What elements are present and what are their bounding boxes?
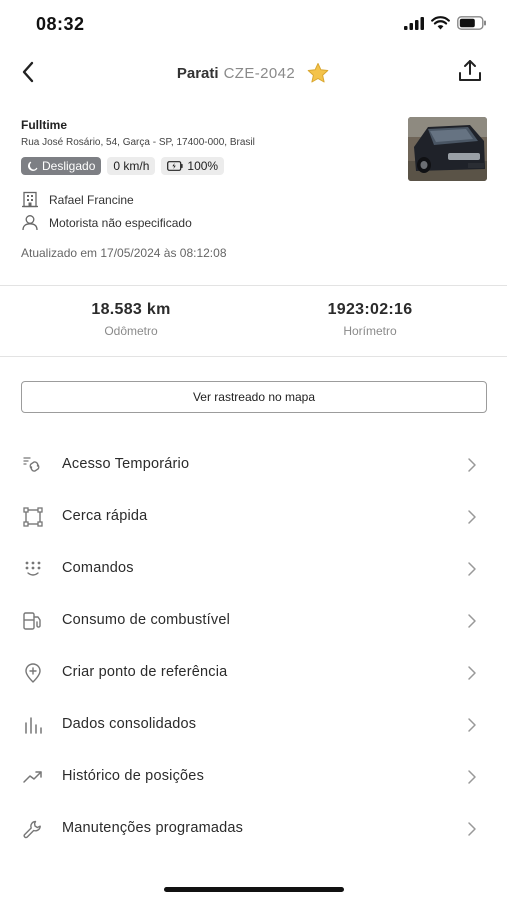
- speed-value: 0 km/h: [113, 159, 150, 173]
- view-on-map-button[interactable]: Ver rastreado no mapa: [21, 381, 487, 413]
- keypad-icon: [22, 558, 44, 580]
- client-name: Rafael Francine: [49, 192, 134, 207]
- chevron-right-icon: [465, 508, 479, 526]
- menu-item-dados-consolidados[interactable]: Dados consolidados: [0, 698, 507, 750]
- odometer-label: Odômetro: [104, 324, 158, 338]
- menu-item-comandos[interactable]: Comandos: [0, 542, 507, 594]
- menu-item-label: Dados consolidados: [62, 716, 197, 732]
- client-row: Rafael Francine: [21, 191, 134, 208]
- menu-item-acesso-temporario[interactable]: Acesso Temporário: [0, 438, 507, 490]
- menu-item-cerca-rapida[interactable]: Cerca rápida: [0, 490, 507, 542]
- menu-item-label: Comandos: [62, 560, 134, 576]
- person-icon: [22, 215, 38, 231]
- divider: [0, 356, 507, 357]
- menu-item-label: Consumo de combustível: [62, 612, 231, 628]
- menu-item-criar-ponto-referencia[interactable]: Criar ponto de referência: [0, 646, 507, 698]
- moon-icon: [28, 161, 38, 171]
- home-indicator[interactable]: [164, 887, 344, 892]
- ignition-badge: Desligado: [21, 157, 102, 175]
- menu-item-historico-posicoes[interactable]: Histórico de posições: [0, 750, 507, 802]
- chevron-right-icon: [465, 612, 479, 630]
- menu-item-consumo-combustivel[interactable]: Consumo de combustível: [0, 594, 507, 646]
- battery-icon: [457, 16, 486, 30]
- status-badges: Desligado 0 km/h 100%: [21, 157, 225, 175]
- vehicle-info-card: Fulltime Rua José Rosário, 54, Garça - S…: [21, 112, 487, 272]
- battery-badge: 100%: [161, 157, 225, 175]
- car-photo-illustration: [408, 117, 487, 181]
- bar-chart-icon: [22, 714, 44, 736]
- ignition-status: Desligado: [42, 159, 96, 173]
- menu-item-label: Histórico de posições: [62, 768, 205, 784]
- vehicle-address: Rua José Rosário, 54, Garça - SP, 17400-…: [21, 137, 255, 148]
- chevron-right-icon: [465, 664, 479, 682]
- contract-name: Fulltime: [21, 118, 68, 132]
- favorite-star-icon[interactable]: [306, 62, 330, 84]
- speed-badge: 0 km/h: [107, 157, 156, 175]
- chevron-right-icon: [465, 820, 479, 838]
- vehicle-battery-icon: [167, 161, 183, 171]
- wifi-icon: [431, 16, 450, 30]
- status-bar: 08:32: [0, 0, 507, 48]
- divider: [0, 285, 507, 286]
- page-title: Parati CZE-2042: [0, 62, 507, 84]
- status-icons: [404, 16, 487, 30]
- share-icon: [459, 60, 481, 81]
- vehicle-stats: 18.583 km Odômetro 1923:02:16 Horímetro: [0, 287, 507, 355]
- vehicle-model: Parati: [176, 64, 219, 82]
- share-button[interactable]: [455, 56, 485, 86]
- chevron-right-icon: [465, 456, 479, 474]
- hourmeter-label: Horímetro: [343, 324, 397, 338]
- cellular-signal-icon: [404, 16, 424, 30]
- link-icon: [22, 454, 44, 476]
- chevron-right-icon: [465, 716, 479, 734]
- menu-item-manutencoes-programadas[interactable]: Manutenções programadas: [0, 802, 507, 854]
- status-time: 08:32: [36, 14, 85, 34]
- chevron-right-icon: [465, 768, 479, 786]
- battery-value: 100%: [187, 159, 219, 173]
- hourmeter-value: 1923:02:16: [327, 301, 413, 318]
- last-updated: Atualizado em 17/05/2024 às 08:12:08: [21, 246, 227, 260]
- driver-name: Motorista não especificado: [49, 215, 192, 230]
- hourmeter-stat: 1923:02:16 Horímetro: [270, 301, 470, 338]
- menu-item-label: Manutenções programadas: [62, 820, 244, 836]
- menu-item-label: Cerca rápida: [62, 508, 148, 524]
- wrench-icon: [22, 818, 44, 840]
- odometer-stat: 18.583 km Odômetro: [31, 301, 231, 338]
- menu-item-label: Criar ponto de referência: [62, 664, 228, 680]
- chevron-right-icon: [465, 560, 479, 578]
- nav-bar: Parati CZE-2042: [0, 50, 507, 94]
- driver-row: Motorista não especificado: [21, 214, 192, 231]
- vehicle-photo[interactable]: [408, 117, 487, 181]
- trending-icon: [22, 766, 44, 788]
- location-add-icon: [22, 662, 44, 684]
- fuel-pump-icon: [22, 610, 44, 632]
- building-icon: [22, 191, 38, 208]
- fence-icon: [22, 506, 44, 528]
- menu-item-label: Acesso Temporário: [62, 456, 190, 472]
- odometer-value: 18.583 km: [91, 301, 171, 318]
- vehicle-plate: CZE-2042: [223, 64, 296, 82]
